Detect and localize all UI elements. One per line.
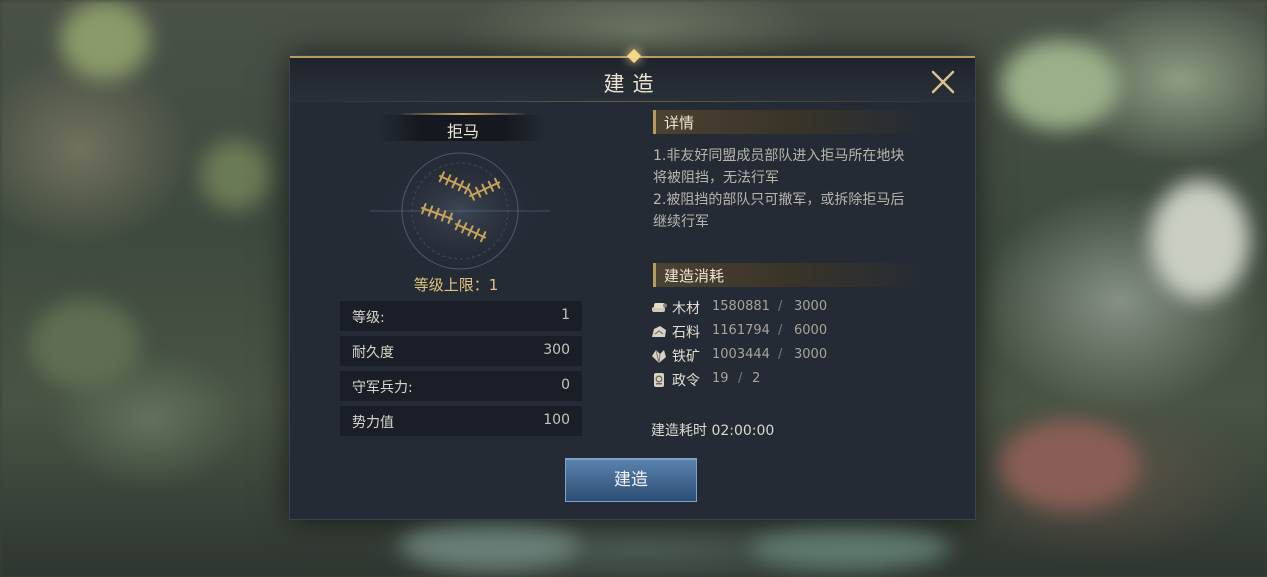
stat-label: 耐久度 [352,345,394,361]
cost-separator: / [778,323,783,338]
cost-name: 石料 [672,325,700,341]
cost-name: 铁矿 [672,349,700,365]
stat-label: 势力值 [352,415,394,431]
cost-have: 1003444 [712,347,770,362]
details-section-header: 详情 [653,110,925,134]
structure-name: 拒马 [446,122,479,141]
stat-row-influence: 势力值 100 [340,406,582,436]
details-line: 2.被阻挡的部队只可撤军，或拆除拒马后 [653,192,905,208]
details-text: 1.非友好同盟成员部队进入拒马所在地块 将被阻挡，无法行军 2.被阻挡的部队只可… [653,145,953,233]
cost-need: 6000 [794,323,828,338]
cost-name: 木材 [672,301,700,317]
stat-row-garrison: 守军兵力: 0 [340,371,582,401]
details-line: 继续行军 [653,214,709,230]
cost-need: 3000 [794,347,828,362]
details-line: 将被阻挡，无法行军 [653,170,779,186]
cost-section-header: 建造消耗 [653,263,925,287]
cost-separator: / [778,347,783,362]
cost-need: 2 [752,371,761,386]
cost-have: 1580881 [712,299,770,314]
cost-have: 19 [712,371,729,386]
stat-row-durability: 耐久度 300 [340,336,582,366]
close-button[interactable] [929,68,957,96]
level-cap-label: 等级上限：1 [413,276,499,294]
stat-value: 100 [543,412,570,428]
stat-value: 1 [561,307,570,323]
stone-icon [652,326,666,337]
cost-name: 政令 [672,373,700,389]
dialog-title: 建造 [603,72,662,96]
cost-have: 1161794 [712,323,770,338]
build-button[interactable]: 建造 [565,458,697,502]
dialog-header: 建造 [290,48,975,102]
cost-header: 建造消耗 [664,267,725,285]
wood-icon [652,303,667,312]
barricade-icon [370,151,550,271]
build-dialog: 建造 拒马 等级上限：1 等级: 1 耐久度 300 守军兵力: 0 势力值 1… [289,48,976,520]
details-header: 详情 [664,114,695,132]
structure-name-bar: 拒马 [378,113,548,141]
decree-icon [654,373,664,387]
stat-label: 守军兵力: [352,380,413,396]
cost-separator: / [778,299,783,314]
close-icon [931,70,955,94]
iron-ore-icon [652,349,666,364]
stat-label: 等级: [352,310,385,326]
stat-value: 0 [561,377,570,393]
cost-separator: / [738,371,743,386]
details-line: 1.非友好同盟成员部队进入拒马所在地块 [653,148,905,164]
stat-value: 300 [543,342,570,358]
build-time: 建造耗时 02:00:00 [651,423,775,439]
stat-row-level: 等级: 1 [340,301,582,331]
cost-need: 3000 [794,299,828,314]
